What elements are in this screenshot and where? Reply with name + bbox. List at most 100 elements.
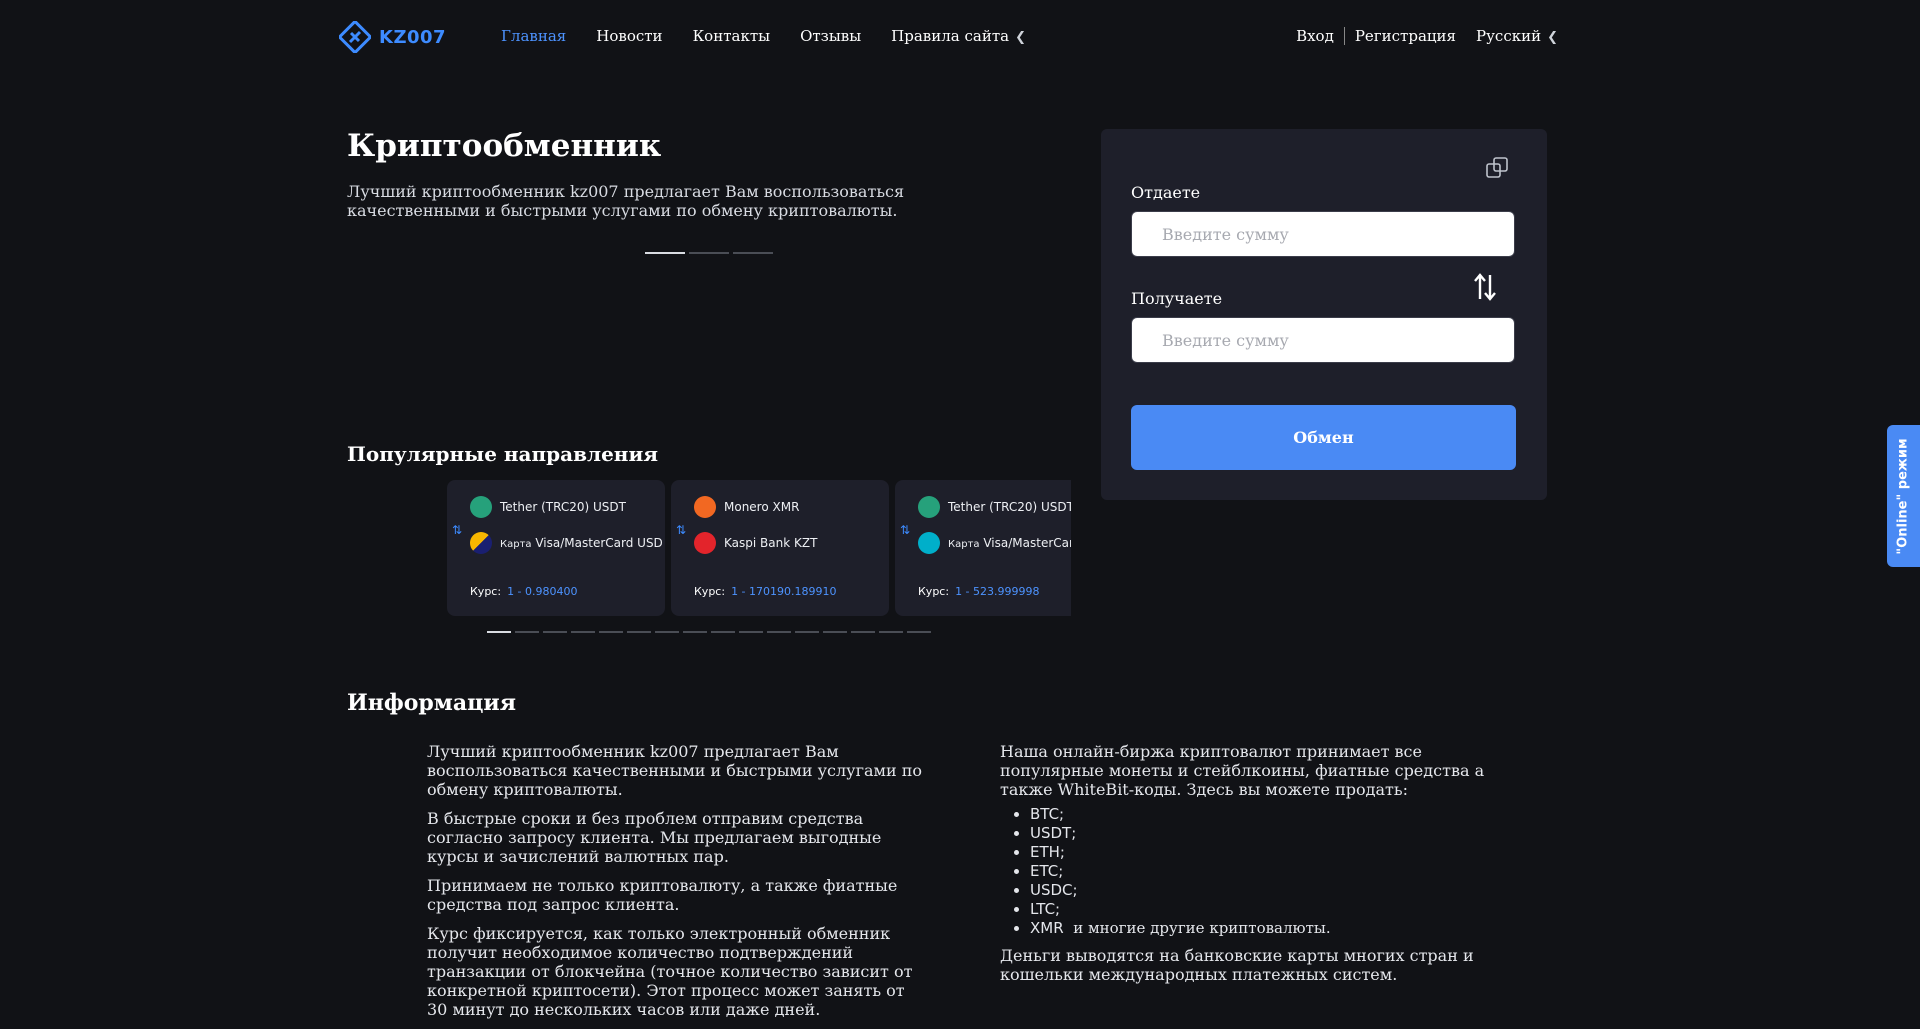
nav-news[interactable]: Новости (596, 27, 662, 45)
rate-label: Курс: (694, 585, 726, 598)
direction-card[interactable]: Tether (TRC20) USDT ⇅ Карта Visa/MasterC… (895, 480, 1071, 616)
coin-item: LTC; (1030, 900, 1500, 919)
nav-contacts[interactable]: Контакты (693, 27, 771, 45)
rate: Курс: 1 - 170190.189910 (694, 585, 837, 598)
popular-carousel: Tether (TRC20) USDT ⇅ Карта Visa/MasterC… (447, 480, 1071, 616)
carousel-dot[interactable] (487, 631, 511, 633)
hero-title: Криптообменник (347, 128, 662, 164)
info-right-column: Наша онлайн-биржа криптовалют принимает … (1000, 742, 1500, 990)
from-currency: Tether (TRC20) USDT (918, 496, 1071, 518)
direction-card[interactable]: Tether (TRC20) USDT ⇅ Карта Visa/MasterC… (447, 480, 665, 616)
nav-reviews[interactable]: Отзывы (800, 27, 861, 45)
get-amount-input[interactable] (1131, 317, 1515, 363)
divider (1343, 27, 1345, 45)
nav-rules[interactable]: Правила сайта ❮ (891, 27, 1026, 45)
rate-value: 1 - 0.980400 (507, 585, 578, 598)
to-currency-label: Visa/MasterCard (983, 536, 1071, 550)
carousel-dot[interactable] (907, 631, 931, 633)
exchange-card: Отдаете Получаете Обмен (1101, 129, 1547, 500)
visa-card-icon (470, 532, 492, 554)
swap-arrows-icon: ⇅ (900, 523, 911, 537)
coin-list: BTC; USDT; ETH; ETC; USDC; LTC; XMR и мн… (1000, 805, 1500, 938)
rate-label: Курс: (470, 585, 502, 598)
logo-icon (339, 21, 371, 53)
coin-item: ETH; (1030, 843, 1500, 862)
register-link[interactable]: Регистрация (1355, 27, 1456, 45)
info-paragraph: Лучший криптообменник kz007 предлагает В… (427, 742, 922, 799)
coin-item: USDT; (1030, 824, 1500, 843)
info-title: Информация (347, 690, 516, 716)
language-label: Русский (1476, 27, 1542, 45)
copy-icon[interactable] (1485, 156, 1509, 180)
kaspi-icon (694, 532, 716, 554)
online-mode-label: "Online" режим (1896, 437, 1911, 555)
to-currency: Kaspi Bank KZT (694, 532, 817, 554)
carousel-dot[interactable] (655, 631, 679, 633)
to-currency: Карта Visa/MasterCard USD (470, 532, 663, 554)
tether-icon (470, 496, 492, 518)
info-paragraph: Принимаем не только криптовалюту, а такж… (427, 876, 898, 914)
info-intro: Наша онлайн-биржа криптовалют принимает … (1000, 742, 1485, 799)
direction-card[interactable]: Monero XMR ⇅ Kaspi Bank KZT Курс: 1 - 170… (671, 480, 889, 616)
coin-item: BTC; (1030, 805, 1500, 824)
logo[interactable]: KZ007 (339, 21, 446, 53)
to-currency-label: Visa/MasterCard USD (535, 536, 663, 550)
to-currency: Карта Visa/MasterCard (918, 532, 1071, 554)
carousel-dot[interactable] (627, 631, 651, 633)
swap-arrows-icon: ⇅ (452, 523, 463, 537)
rate-value: 1 - 523.999998 (955, 585, 1040, 598)
swap-icon[interactable] (1472, 272, 1498, 302)
to-prefix: Карта (500, 539, 532, 550)
tether-icon (918, 496, 940, 518)
give-label: Отдаете (1131, 183, 1201, 202)
kz-card-icon (918, 532, 940, 554)
nav-rules-label: Правила сайта (891, 27, 1010, 45)
carousel-dot[interactable] (767, 631, 791, 633)
info-outro: Деньги выводятся на банковские карты мно… (1000, 946, 1474, 984)
popular-title: Популярные направления (347, 442, 659, 466)
hero-text: Лучший криптообменник kz007 предлагает В… (347, 182, 905, 220)
slider-dot[interactable] (645, 252, 685, 254)
coin-item: XMR и многие другие криптовалюты. (1030, 919, 1500, 938)
carousel-dot[interactable] (739, 631, 763, 633)
carousel-dot[interactable] (683, 631, 707, 633)
rate-value: 1 - 170190.189910 (731, 585, 837, 598)
carousel-dot[interactable] (515, 631, 539, 633)
info-paragraph: В быстрые сроки и без проблем отправим с… (427, 809, 882, 866)
language-selector[interactable]: Русский ❮ (1476, 27, 1558, 45)
carousel-dot[interactable] (879, 631, 903, 633)
carousel-dot[interactable] (571, 631, 595, 633)
from-currency-label: Monero XMR (724, 500, 800, 514)
carousel-dot[interactable] (543, 631, 567, 633)
carousel-dot[interactable] (599, 631, 623, 633)
coin-item: USDC; (1030, 881, 1500, 900)
to-prefix: Карта (948, 539, 980, 550)
slider-dot[interactable] (733, 252, 773, 254)
exchange-button[interactable]: Обмен (1131, 405, 1516, 470)
rate: Курс: 1 - 0.980400 (470, 585, 578, 598)
carousel-dot[interactable] (823, 631, 847, 633)
carousel-dot[interactable] (795, 631, 819, 633)
nav-home[interactable]: Главная (501, 27, 566, 45)
logo-text: KZ007 (379, 26, 447, 48)
coin-list-tail: и многие другие криптовалюты. (1073, 919, 1331, 937)
carousel-dot[interactable] (851, 631, 875, 633)
slider-dot[interactable] (689, 252, 729, 254)
rate-label: Курс: (918, 585, 950, 598)
info-left-column: Лучший криптообменник kz007 предлагает В… (427, 742, 927, 1029)
give-amount-input[interactable] (1131, 211, 1515, 257)
to-currency-label: Kaspi Bank KZT (724, 536, 818, 550)
hero-slider-dots (645, 252, 773, 254)
main-nav: Главная Новости Контакты Отзывы Правила … (501, 27, 1026, 45)
coin-item: ETC; (1030, 862, 1500, 881)
carousel-dot[interactable] (711, 631, 735, 633)
info-paragraph: Курс фиксируется, как только электронный… (427, 924, 913, 1019)
chevron-left-icon: ❮ (1015, 30, 1026, 45)
from-currency-label: Tether (TRC20) USDT (948, 500, 1071, 514)
from-currency-label: Tether (TRC20) USDT (500, 500, 626, 514)
auth-bar: Вход Регистрация Русский ❮ (1296, 27, 1558, 45)
online-mode-tab[interactable]: "Online" режим (1887, 425, 1920, 567)
swap-arrows-icon: ⇅ (676, 523, 687, 537)
login-link[interactable]: Вход (1296, 27, 1334, 45)
popular-carousel-dots (487, 631, 931, 633)
